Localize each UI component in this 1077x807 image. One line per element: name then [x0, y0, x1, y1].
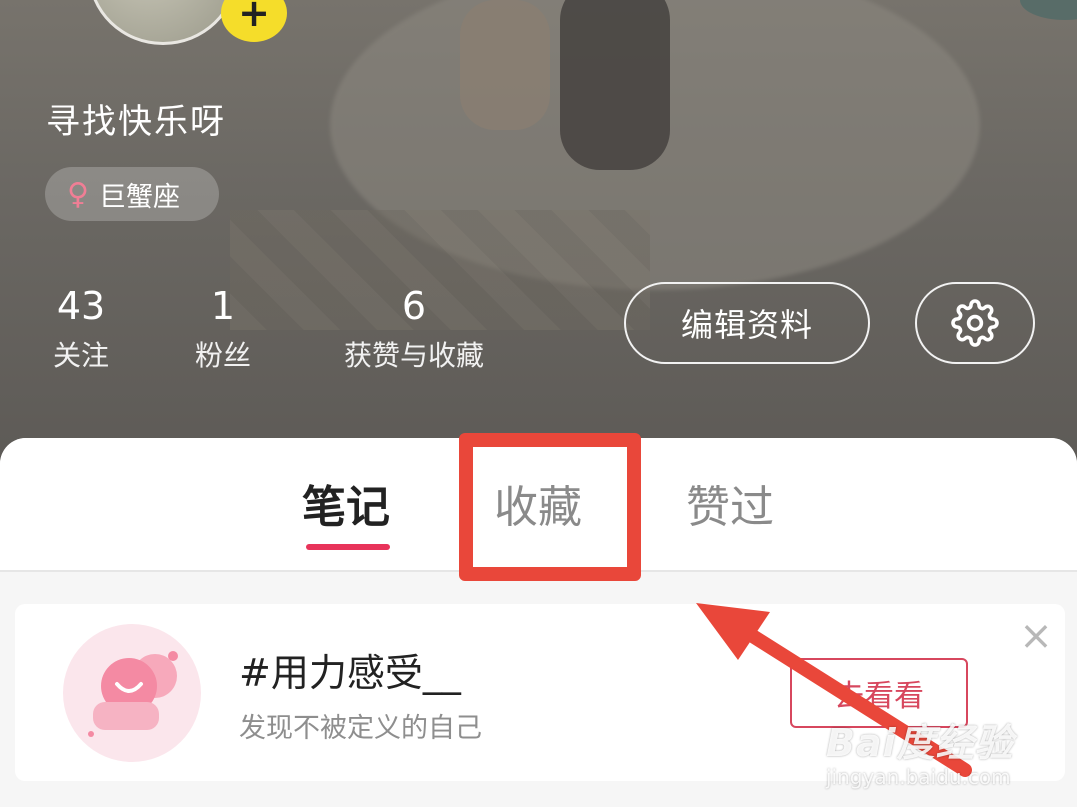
background-photo [1020, 0, 1077, 20]
avatar[interactable] [88, 0, 238, 45]
active-tab-indicator [306, 544, 390, 550]
stat-value: 1 [210, 284, 236, 328]
settings-button[interactable] [915, 282, 1035, 364]
stat-label: 关注 [52, 339, 109, 372]
close-icon[interactable]: × [1018, 616, 1054, 656]
stat-value: 6 [401, 284, 427, 328]
stat-label: 粉丝 [194, 339, 251, 372]
promo-illustration [63, 624, 201, 762]
watermark-logo: Bai度经验 [826, 721, 1014, 765]
stat-label: 获赞与收藏 [343, 339, 484, 372]
tab-notes[interactable]: 笔记 [302, 480, 390, 536]
watermark-url: jingyan.baidu.com [826, 765, 1011, 789]
plus-icon: + [238, 0, 270, 35]
promo-title: #用力感受__ [239, 651, 461, 695]
stat-fans[interactable]: 1 粉丝 [190, 284, 256, 376]
promo-subtitle: 发现不被定义的自己 [239, 713, 482, 744]
smile-chat-icon [88, 651, 178, 737]
profile-header: + 寻找快乐呀 ♀ 巨蟹座 43 关注 1 粉丝 6 获赞与收藏 编辑资料 [0, 0, 1077, 470]
username: 寻找快乐呀 [46, 102, 226, 142]
stat-following[interactable]: 43 关注 [48, 284, 114, 376]
tab-liked[interactable]: 赞过 [686, 480, 774, 536]
watermark: Bai度经验 jingyan.baidu.com [826, 712, 1026, 802]
zodiac-label: 巨蟹座 [98, 181, 180, 213]
background-photo [460, 0, 550, 130]
stat-likes-collects[interactable]: 6 获赞与收藏 [330, 284, 498, 376]
background-photo [560, 0, 670, 170]
zodiac-tag[interactable]: ♀ 巨蟹座 [45, 167, 219, 221]
female-icon: ♀ [67, 176, 89, 212]
edit-profile-button[interactable]: 编辑资料 [624, 282, 870, 364]
annotation-highlight-box [459, 433, 641, 581]
gear-icon [951, 299, 999, 347]
add-avatar-button[interactable]: + [221, 0, 287, 42]
stat-value: 43 [56, 284, 106, 328]
